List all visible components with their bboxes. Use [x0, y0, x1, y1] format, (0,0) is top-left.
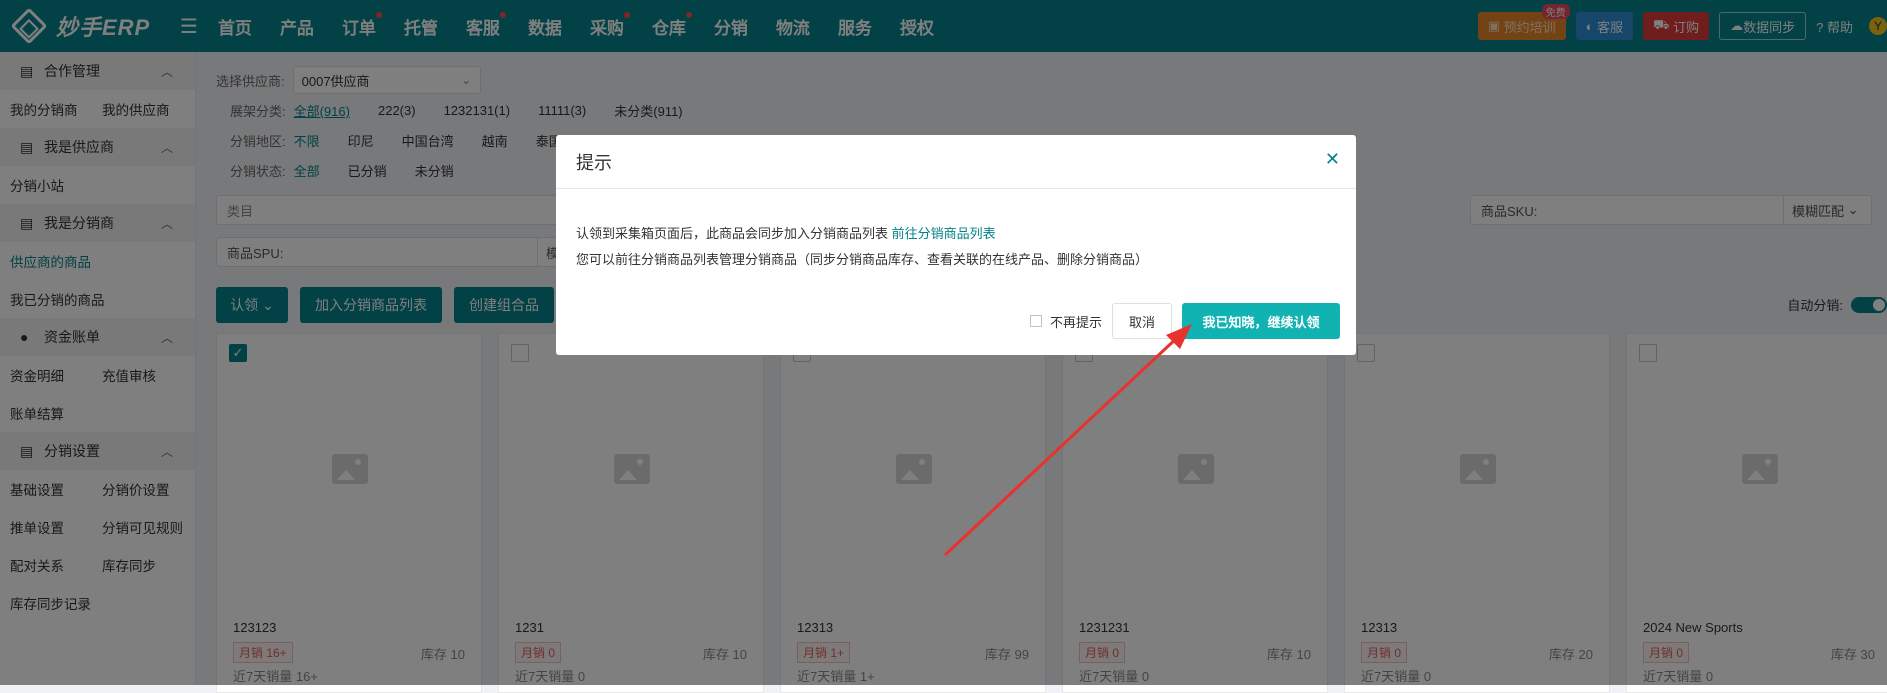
arrow-line — [943, 333, 1182, 557]
red-arrow-annotation — [943, 324, 1192, 557]
